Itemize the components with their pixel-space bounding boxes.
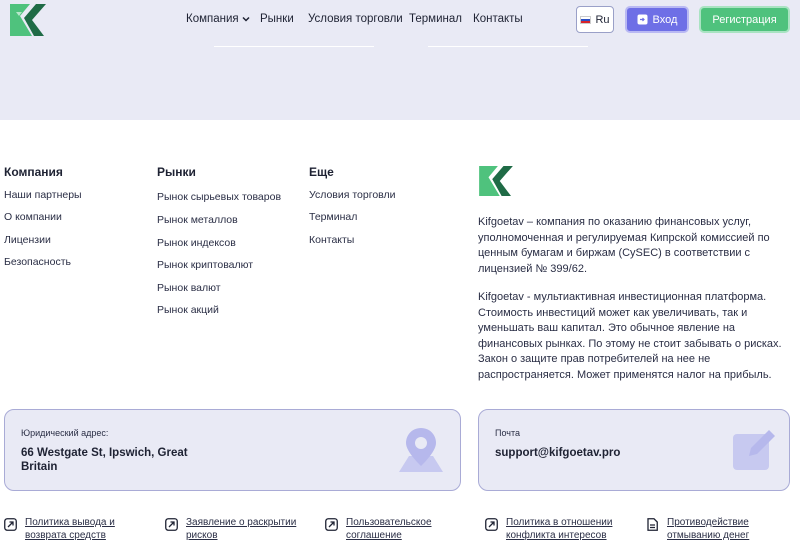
email-label: Почта <box>495 428 520 438</box>
edit-icon <box>733 430 775 470</box>
external-link-icon <box>485 518 498 531</box>
policy-link-label: Политика вывода и возврата средств <box>25 517 115 541</box>
divider <box>428 46 588 47</box>
language-selector[interactable]: Ru <box>576 6 614 33</box>
footer-link-stocks[interactable]: Рынок акций <box>157 304 219 316</box>
brand-logo-icon[interactable] <box>10 4 46 36</box>
policy-link-label: Политика в отношении конфликта интересов <box>506 517 613 541</box>
nav-item-trading-conditions[interactable]: Условия торговли <box>308 13 403 25</box>
company-description: Kifgoetav – компания по оказанию финансо… <box>478 216 770 275</box>
footer-link-contacts[interactable]: Контакты <box>309 234 354 246</box>
nav-item-contacts[interactable]: Контакты <box>473 13 523 25</box>
language-label: Ru <box>595 13 610 26</box>
register-button[interactable]: Регистрация <box>699 6 790 33</box>
login-label: Вход <box>652 13 678 26</box>
footer-link-crypto[interactable]: Рынок криптовалют <box>157 259 253 271</box>
footer-column-title: Еще <box>309 165 334 179</box>
external-link-icon <box>165 518 178 531</box>
nav-item-markets[interactable]: Рынки <box>260 13 294 25</box>
nav-item-label: Контакты <box>473 13 523 25</box>
nav-item-company[interactable]: Компания <box>186 13 250 25</box>
policy-link-label: Заявление о раскрытии рисков <box>186 517 297 541</box>
email-link[interactable]: support@kifgoetav.pro <box>495 446 620 460</box>
brand-logo-icon <box>479 166 513 196</box>
external-link-icon <box>325 518 338 531</box>
address-value: 66 Westgate St, Ipswich, Great Britain <box>21 447 188 473</box>
login-button[interactable]: Вход <box>625 6 689 33</box>
email-card: Почта support@kifgoetav.pro <box>478 409 790 491</box>
address-card: Юридический адрес: 66 Westgate St, Ipswi… <box>4 409 461 491</box>
risk-disclaimer: Kifgoetav - мультиактивная инвестиционна… <box>478 291 782 381</box>
policy-link-conflict-of-interest[interactable]: Политика в отношении конфликта интересов <box>485 516 621 542</box>
document-icon <box>647 518 658 531</box>
russia-flag-icon <box>580 15 592 24</box>
policy-link-user-agreement[interactable]: Пользовательское соглашение <box>325 516 441 542</box>
policy-link-risk-disclosure[interactable]: Заявление о раскрытии рисков <box>165 516 301 542</box>
chevron-down-icon <box>242 16 250 22</box>
nav-item-label: Терминал <box>409 13 462 25</box>
footer-link-indices[interactable]: Рынок индексов <box>157 237 236 249</box>
footer-link-terminal[interactable]: Терминал <box>309 211 357 223</box>
login-icon <box>637 14 648 25</box>
policy-link-label: Пользовательское соглашение <box>346 517 432 541</box>
policy-link-anti-money-laundering[interactable]: Противодействие отмыванию денег <box>646 516 762 542</box>
register-label: Регистрация <box>712 13 777 26</box>
nav-item-label: Компания <box>186 13 239 25</box>
address-label: Юридический адрес: <box>21 428 109 438</box>
location-pin-icon <box>399 428 443 472</box>
footer-link-trading-conditions[interactable]: Условия торговли <box>309 189 396 201</box>
policy-link-withdrawal[interactable]: Политика вывода и возврата средств <box>4 516 125 542</box>
footer-column-title: Рынки <box>157 165 196 179</box>
footer-link-security[interactable]: Безопасность <box>4 256 71 268</box>
policy-link-label: Противодействие отмыванию денег <box>667 517 750 541</box>
footer-link-licenses[interactable]: Лицензии <box>4 234 51 246</box>
footer-link-metals[interactable]: Рынок металлов <box>157 214 238 226</box>
external-link-icon <box>4 518 17 531</box>
footer-link-commodities[interactable]: Рынок сырьевых товаров <box>157 191 281 203</box>
nav-item-label: Условия торговли <box>308 13 403 25</box>
footer-link-forex[interactable]: Рынок валют <box>157 282 221 294</box>
divider <box>214 46 374 47</box>
footer-link-about[interactable]: О компании <box>4 211 62 223</box>
nav-item-terminal[interactable]: Терминал <box>409 13 462 25</box>
footer-link-partners[interactable]: Наши партнеры <box>4 189 82 201</box>
footer-column-title: Компания <box>4 165 63 179</box>
nav-item-label: Рынки <box>260 13 294 25</box>
